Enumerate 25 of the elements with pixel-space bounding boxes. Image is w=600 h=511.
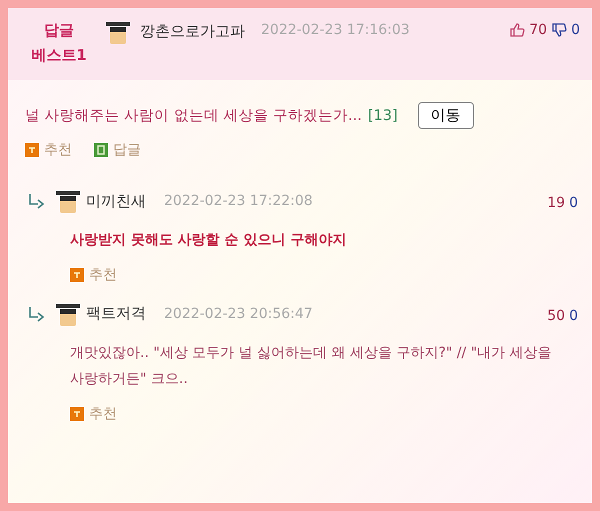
post-title-link[interactable]: 널 사랑해주는 사람이 없는데 세상을 구하겠는가... [25,106,362,125]
move-button[interactable]: 이동 [418,102,474,129]
comment-date: 2022-02-23 17:16:03 [261,22,410,38]
reply-text: 사랑받지 못해도 사랑할 순 있으니 구해야지 [70,231,348,250]
comment-date: 2022-02-23 20:56:47 [164,306,313,322]
best-rank-label: 베스트1 [31,46,87,65]
like-count: 70 [529,22,548,38]
dislike-count: 0 [569,195,578,211]
reply-icon[interactable] [94,143,108,157]
reply-label: 답글 [44,21,74,40]
dislike-count: 0 [571,22,580,38]
thumbs-down-icon[interactable] [551,22,568,38]
thumbs-up-icon[interactable] [509,22,526,38]
comment-date: 2022-02-23 17:22:08 [164,193,313,209]
author-name[interactable]: 팩트저격 [86,304,146,324]
author-name[interactable]: 깡촌으로가고파 [140,22,245,41]
reply-count: [13] [368,108,398,124]
recommend-icon[interactable] [25,143,39,157]
recommend-icon[interactable] [70,406,84,421]
dislike-count: 0 [569,308,578,324]
recommend-icon[interactable] [70,268,84,282]
author-name[interactable]: 미끼친새 [86,192,146,210]
like-count: 50 [547,308,566,324]
reply-text: 개맛있잖아.. "세상 모두가 널 싫어하는데 왜 세상을 구하지?" // "내가 세상을 사랑하거든" 크으.. [70,344,553,390]
like-count: 19 [547,195,566,211]
